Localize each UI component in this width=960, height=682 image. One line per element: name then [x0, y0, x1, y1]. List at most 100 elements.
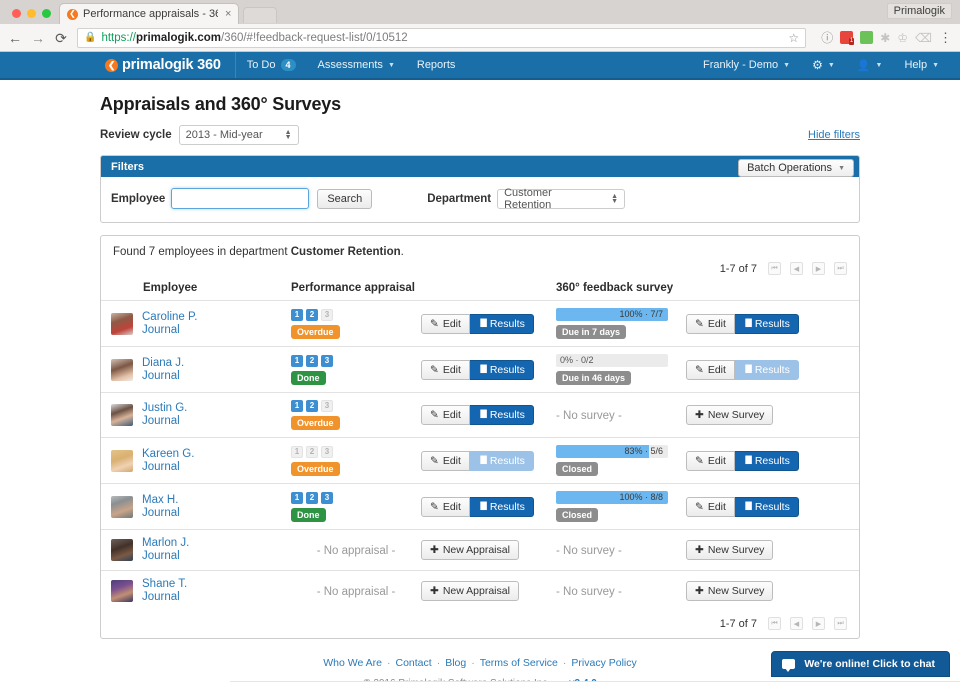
employee-journal-link[interactable]: Journal	[142, 591, 187, 604]
brand-logo[interactable]: ❮ primalogik 360	[105, 52, 236, 78]
edit-button[interactable]: ✎ Edit	[686, 496, 735, 517]
new-tab-button[interactable]	[243, 7, 278, 23]
pager-last-button[interactable]: ⏭	[834, 262, 847, 275]
extension-green-icon[interactable]	[860, 31, 874, 44]
employee-name-link[interactable]: Shane T.	[142, 578, 187, 591]
employee-journal-link[interactable]: Journal	[142, 370, 184, 383]
footer-link[interactable]: Who We Are	[323, 657, 382, 669]
browser-menu-icon[interactable]: ⋮	[939, 30, 952, 46]
edit-button[interactable]: ✎ Edit	[421, 313, 470, 334]
edit-button[interactable]: ✎ Edit	[421, 450, 470, 471]
results-button[interactable]: ▐█ Results	[734, 313, 799, 334]
cell-appraisal-status: 1 2 3 Overdue	[291, 392, 421, 438]
results-button[interactable]: ▐█ Results	[734, 496, 799, 517]
edit-button[interactable]: ✎ Edit	[686, 359, 735, 380]
edit-button[interactable]: ✎ Edit	[421, 405, 470, 425]
brand-text: primalogik 360	[122, 57, 221, 73]
nav-item-user[interactable]: 👤 ▼	[846, 52, 894, 78]
footer-link[interactable]: Contact	[396, 657, 432, 669]
employee-name-link[interactable]: Caroline P.	[142, 311, 197, 324]
employee-journal-link[interactable]: Journal	[142, 461, 194, 474]
employee-name-link[interactable]: Kareen G.	[142, 448, 194, 461]
pager-next-button[interactable]: ▶	[812, 617, 825, 630]
edit-button[interactable]: ✎ Edit	[421, 496, 470, 517]
pager-prev-button[interactable]: ◀	[790, 262, 803, 275]
pager-next-button[interactable]: ▶	[812, 262, 825, 275]
employee-search-input[interactable]	[171, 188, 310, 209]
new-survey-button[interactable]: ✚ New Survey	[686, 540, 774, 560]
reload-icon[interactable]: ⟳	[54, 31, 68, 45]
results-button[interactable]: ▐█ Results	[734, 450, 799, 471]
employee-name-link[interactable]: Justin G.	[142, 402, 187, 415]
avatar	[111, 358, 133, 381]
nav-item-help[interactable]: Help ▼	[893, 52, 950, 78]
hide-filters-link[interactable]: Hide filters	[808, 129, 860, 141]
extension-person-icon[interactable]: ♔	[897, 32, 908, 44]
nav-item-account[interactable]: Frankly - Demo ▼	[692, 52, 801, 78]
employee-name-link[interactable]: Max H.	[142, 494, 180, 507]
pager-prev-button[interactable]: ◀	[790, 617, 803, 630]
address-bar[interactable]: 🔒 https://primalogik.com/360/#!feedback-…	[77, 27, 807, 48]
cell-employee: Kareen G. Journal	[101, 437, 291, 484]
new-appraisal-button[interactable]: ✚ New Appraisal	[421, 540, 519, 560]
new-survey-button[interactable]: ✚ New Survey	[686, 581, 774, 601]
bookmark-star-icon[interactable]: ☆	[788, 32, 799, 44]
pager-last-button[interactable]: ⏭	[834, 617, 847, 630]
primalogik-favicon-icon: ❮	[67, 8, 78, 20]
results-button[interactable]: ▐█ Results	[734, 359, 799, 380]
employee-names: Caroline P. Journal	[142, 311, 197, 337]
appraisal-action-group: ✎ Edit ▐█ Results	[421, 496, 534, 517]
cell-survey-actions: ✎ Edit ▐█ Results	[686, 346, 859, 393]
minimize-window-icon[interactable]	[27, 9, 36, 18]
pager-first-button[interactable]: ⏮	[768, 617, 781, 630]
chat-widget-button[interactable]: We're online! Click to chat	[771, 651, 950, 677]
batch-operations-button[interactable]: Batch Operations ▼	[738, 159, 854, 177]
nav-item-settings[interactable]: ⚙ ▼	[801, 52, 846, 78]
employee-name-link[interactable]: Diana J.	[142, 357, 184, 370]
results-button[interactable]: ▐█ Results	[469, 313, 534, 334]
edit-button[interactable]: ✎ Edit	[421, 359, 470, 380]
close-tab-icon[interactable]: ×	[225, 8, 231, 20]
department-select[interactable]: Customer Retention ▲ ▼	[497, 187, 626, 211]
results-button[interactable]: ▐█ Results	[469, 405, 534, 425]
extension-mail-icon[interactable]: ⌫	[915, 32, 932, 44]
bookmark-primalogik[interactable]: Primalogik	[886, 3, 952, 19]
results-button[interactable]: ▐█ Results	[469, 496, 534, 517]
edit-button[interactable]: ✎ Edit	[686, 450, 735, 471]
forward-icon[interactable]: →	[31, 31, 45, 45]
extension-snowflake-icon[interactable]: ✱	[880, 32, 890, 44]
results-button[interactable]: ▐█ Results	[469, 450, 534, 471]
edit-button[interactable]: ✎ Edit	[686, 313, 735, 334]
search-button[interactable]: Search	[317, 188, 373, 209]
employee-journal-link[interactable]: Journal	[142, 324, 197, 337]
new-survey-button[interactable]: ✚ New Survey	[686, 405, 774, 425]
employee-journal-link[interactable]: Journal	[142, 507, 180, 520]
cell-appraisal-actions: ✎ Edit ▐█ Results	[421, 437, 556, 484]
footer-link[interactable]: Privacy Policy	[571, 657, 636, 669]
window-traffic-lights[interactable]	[8, 9, 59, 24]
page-info-icon[interactable]: ⓘ	[821, 32, 833, 44]
results-button[interactable]: ▐█ Results	[469, 359, 534, 380]
bar-chart-icon: ▐█	[742, 365, 752, 373]
column-survey-actions	[686, 279, 859, 301]
extension-red-icon[interactable]: 1	[840, 31, 855, 45]
maximize-window-icon[interactable]	[42, 9, 51, 18]
employee-name-link[interactable]: Marlon J.	[142, 537, 189, 550]
cell-employee: Marlon J. Journal	[101, 529, 291, 571]
nav-item-assessments[interactable]: Assessments ▼	[307, 52, 406, 78]
pager-first-button[interactable]: ⏮	[768, 262, 781, 275]
appraisal-step-1: 1	[291, 491, 303, 504]
nav-item-todo[interactable]: To Do 4	[236, 52, 307, 78]
browser-tab-active[interactable]: ❮ Performance appraisals - 360 ×	[59, 3, 240, 24]
footer-link[interactable]: Terms of Service	[480, 657, 558, 669]
back-icon[interactable]: ←	[8, 31, 22, 45]
appraisal-step-2: 2	[306, 400, 318, 412]
employee-journal-link[interactable]: Journal	[142, 415, 187, 428]
employee-journal-link[interactable]: Journal	[142, 550, 189, 563]
new-appraisal-button[interactable]: ✚ New Appraisal	[421, 581, 519, 601]
close-window-icon[interactable]	[12, 9, 21, 18]
nav-item-reports[interactable]: Reports	[406, 52, 467, 78]
footer-link[interactable]: Blog	[445, 657, 466, 669]
pager-top: 1-7 of 7 ⏮ ◀ ▶ ⏭	[101, 258, 859, 275]
review-cycle-select[interactable]: 2013 - Mid-year ▲ ▼	[178, 125, 299, 145]
